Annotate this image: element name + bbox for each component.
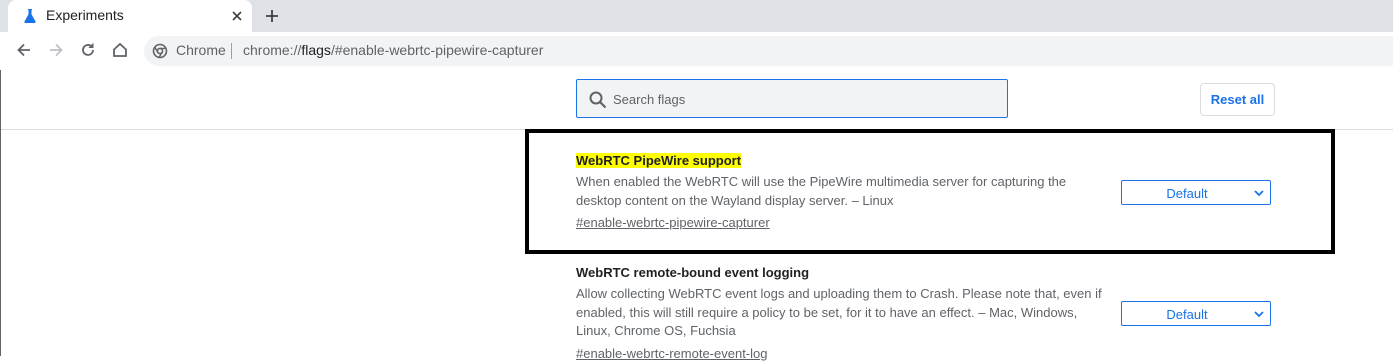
flask-icon — [24, 9, 36, 23]
reset-all-button[interactable]: Reset all — [1200, 83, 1275, 116]
search-input[interactable] — [613, 88, 993, 110]
url-text: chrome://flags/#enable-webrtc-pipewire-c… — [243, 42, 543, 58]
forward-icon[interactable] — [46, 40, 66, 60]
back-icon[interactable] — [14, 40, 34, 60]
url-scheme: chrome:// — [243, 42, 302, 58]
select-value: Default — [1166, 186, 1208, 201]
select-value: Default — [1166, 307, 1208, 322]
chevron-down-icon — [1254, 190, 1264, 197]
experiment-title: WebRTC PipeWire support — [576, 153, 742, 168]
close-icon[interactable] — [229, 8, 245, 24]
url-host: flags — [301, 42, 331, 58]
experiment-permalink[interactable]: #enable-webrtc-remote-event-log — [576, 346, 767, 361]
experiment-title: WebRTC remote-bound event logging — [576, 265, 810, 280]
chevron-down-icon — [1254, 311, 1264, 318]
site-chip: Chrome — [176, 42, 226, 58]
url-path: /#enable-webrtc-pipewire-capturer — [330, 42, 544, 58]
tab-experiments[interactable]: Experiments — [8, 0, 252, 32]
tab-strip: Experiments — [0, 0, 1393, 32]
reload-icon[interactable] — [78, 40, 98, 60]
experiment-description: Allow collecting WebRTC event logs and u… — [576, 286, 1102, 338]
search-box[interactable] — [576, 79, 1008, 118]
address-bar[interactable]: Chrome chrome://flags/#enable-webrtc-pip… — [144, 36, 1393, 66]
experiment-state-select[interactable]: Default — [1121, 180, 1271, 205]
experiment-permalink[interactable]: #enable-webrtc-pipewire-capturer — [576, 215, 770, 230]
home-icon[interactable] — [110, 40, 130, 60]
experiment-state-select[interactable]: Default — [1121, 301, 1271, 326]
experiment-description: When enabled the WebRTC will use the Pip… — [576, 174, 1067, 208]
chrome-icon — [152, 43, 168, 59]
tab-title: Experiments — [46, 7, 124, 23]
chip-divider — [231, 43, 232, 59]
search-icon — [589, 91, 607, 109]
new-tab-icon[interactable] — [262, 6, 282, 26]
browser-toolbar: Chrome chrome://flags/#enable-webrtc-pip… — [0, 32, 1393, 71]
